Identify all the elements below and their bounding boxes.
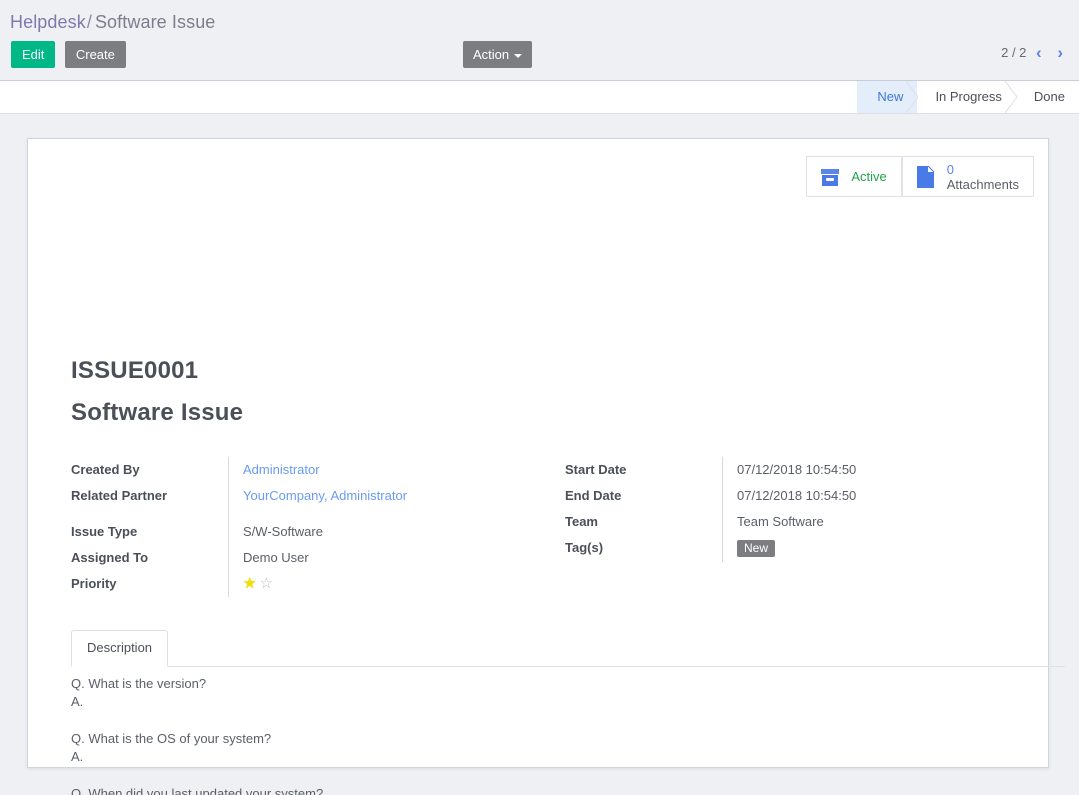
field-value-tags: New xyxy=(722,535,965,562)
action-menu-label: Action xyxy=(473,47,510,62)
field-label-team: Team xyxy=(565,514,598,529)
statusbar-item-done[interactable]: Done xyxy=(1015,81,1079,113)
statusbar: New In Progress Done xyxy=(857,81,1079,113)
field-value-end-date: 07/12/2018 10:54:50 xyxy=(722,483,965,509)
field-label-priority: Priority xyxy=(71,576,117,591)
attachments-count: 0 xyxy=(946,161,954,177)
field-value-assigned-to: Demo User xyxy=(228,545,511,571)
star-empty-icon[interactable]: ☆ xyxy=(259,575,272,592)
description-question: Q. When did you last updated your system… xyxy=(71,786,324,795)
statusbar-arrow-icon xyxy=(906,81,919,113)
pager-next-icon[interactable]: › xyxy=(1051,44,1069,61)
stat-button-group: Active 0 Attachments xyxy=(806,156,1034,197)
field-label-end-date: End Date xyxy=(565,488,622,503)
field-value-created-by[interactable]: Administrator xyxy=(228,457,511,483)
field-group-left: Created By Administrator Related Partner… xyxy=(71,457,511,597)
form-action-buttons: Edit Create xyxy=(11,41,131,68)
tab-panel-description: Q. What is the version? A. Q. What is th… xyxy=(71,667,1065,795)
statusbar-item-new-label: New xyxy=(877,89,904,104)
pager: 2 / 2 ‹ › xyxy=(1001,44,1069,61)
breadcrumb: Helpdesk/Software Issue xyxy=(10,11,215,33)
control-panel: Helpdesk/Software Issue Edit Create Acti… xyxy=(0,0,1079,81)
description-answer: A. xyxy=(71,694,84,709)
statusbar-item-in-progress[interactable]: In Progress xyxy=(917,81,1017,113)
edit-button[interactable]: Edit xyxy=(11,41,56,68)
tag-badge[interactable]: New xyxy=(737,540,776,557)
pager-count: 2 / 2 xyxy=(1001,45,1027,61)
statusbar-arrow-icon xyxy=(1004,81,1017,113)
pager-previous-icon[interactable]: ‹ xyxy=(1030,44,1048,61)
tab-description[interactable]: Description xyxy=(71,630,169,667)
statusbar-item-new[interactable]: New xyxy=(857,81,919,113)
stat-button-active[interactable]: Active xyxy=(806,156,902,197)
breadcrumb-item-helpdesk[interactable]: Helpdesk xyxy=(10,12,86,32)
document-icon xyxy=(916,165,935,188)
field-value-issue-type: S/W-Software xyxy=(228,519,511,545)
description-answer: A. xyxy=(71,749,84,764)
field-label-tags: Tag(s) xyxy=(565,540,604,555)
field-value-related-partner[interactable]: YourCompany, Administrator xyxy=(228,483,511,509)
description-qa-block: Q. What is the version? A. xyxy=(71,675,1065,711)
star-filled-icon[interactable]: ★ xyxy=(243,575,256,592)
field-label-start-date: Start Date xyxy=(565,462,627,477)
description-qa-block: Q. When did you last updated your system… xyxy=(71,785,1065,795)
create-button[interactable]: Create xyxy=(64,41,126,68)
description-qa-block: Q. What is the OS of your system? A. xyxy=(71,730,1065,766)
action-menu-button[interactable]: Action xyxy=(463,41,533,68)
field-group-spacer xyxy=(71,509,228,519)
breadcrumb-current: Software Issue xyxy=(94,12,216,32)
statusbar-item-in-progress-label: In Progress xyxy=(935,89,1002,104)
form-sheet: Active 0 Attachments ISSUE0001 Software … xyxy=(27,138,1065,795)
field-label-issue-type: Issue Type xyxy=(71,524,138,539)
notebook: Description Q. What is the version? A. Q… xyxy=(71,630,1065,795)
attachments-label: Attachments xyxy=(946,176,1019,192)
page-title: Software Issue xyxy=(71,399,244,426)
field-value-priority: ★ ☆ xyxy=(228,571,511,597)
field-label-related-partner: Related Partner xyxy=(71,488,168,503)
breadcrumb-separator: / xyxy=(86,12,92,32)
field-group-spacer xyxy=(228,509,511,519)
stat-button-active-label: Active xyxy=(851,169,887,184)
description-question: Q. What is the OS of your system? xyxy=(71,731,272,746)
statusbar-strip: New In Progress Done xyxy=(0,81,1079,114)
description-question: Q. What is the version? xyxy=(71,676,207,691)
archive-box-icon xyxy=(821,168,840,186)
field-label-created-by: Created By xyxy=(71,462,140,477)
statusbar-item-done-label: Done xyxy=(1033,89,1065,104)
notebook-tab-list: Description xyxy=(71,630,1065,667)
record-reference: ISSUE0001 xyxy=(71,357,199,384)
helpdesk-issue-form-page: Helpdesk/Software Issue Edit Create Acti… xyxy=(0,0,1079,795)
field-label-assigned-to: Assigned To xyxy=(71,550,149,565)
field-value-start-date: 07/12/2018 10:54:50 xyxy=(722,457,965,483)
field-group-right: Start Date 07/12/2018 10:54:50 End Date … xyxy=(565,457,965,562)
stat-button-attachments[interactable]: 0 Attachments xyxy=(901,156,1034,197)
field-value-team: Team Software xyxy=(722,509,965,535)
chevron-down-icon xyxy=(514,53,523,58)
stat-button-attachments-label: 0 Attachments xyxy=(947,162,1019,192)
priority-stars: ★ ☆ xyxy=(243,576,276,592)
